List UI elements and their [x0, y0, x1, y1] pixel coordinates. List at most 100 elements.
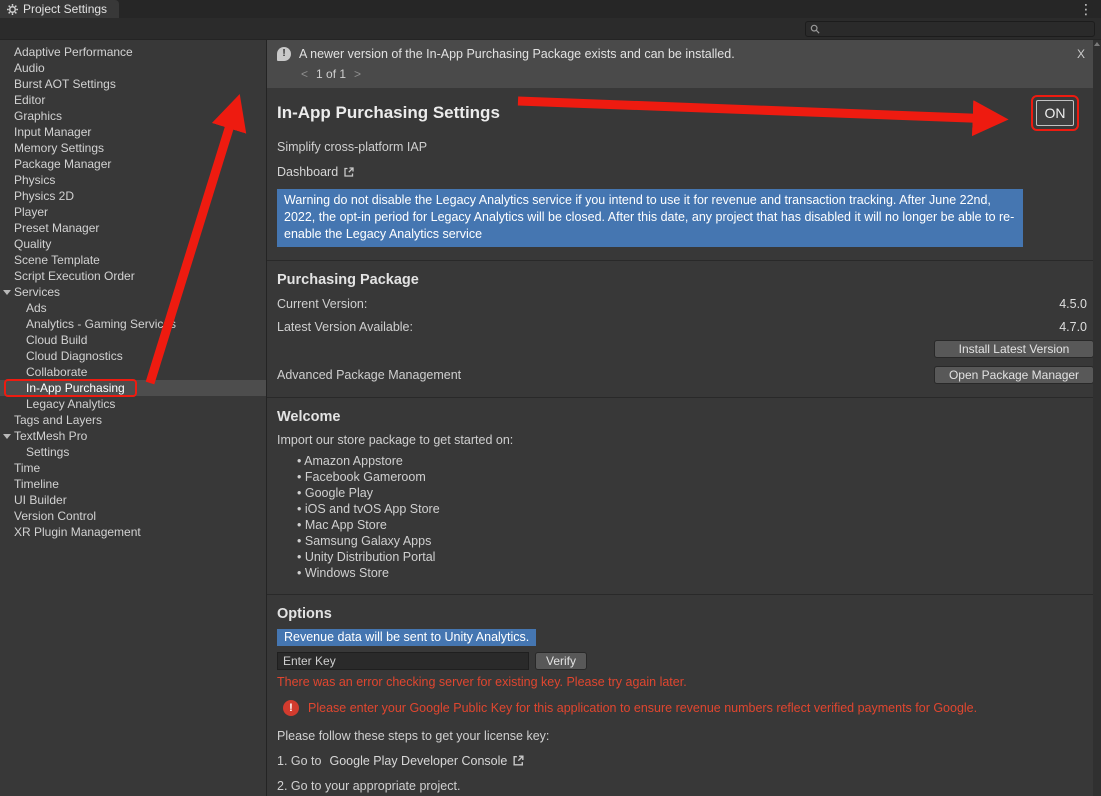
- current-version-label: Current Version:: [277, 297, 367, 311]
- window-tab-bar: Project Settings ⋮: [0, 0, 1101, 18]
- sidebar-item-physics[interactable]: Physics: [0, 172, 266, 188]
- step1-prefix: 1. Go to: [277, 754, 321, 768]
- sidebar-item-memory-settings[interactable]: Memory Settings: [0, 140, 266, 156]
- sidebar-item-services[interactable]: Services: [0, 284, 266, 300]
- sidebar-item-tags-and-layers[interactable]: Tags and Layers: [0, 412, 266, 428]
- page-title: In-App Purchasing Settings: [277, 103, 500, 123]
- settings-sidebar: Adaptive Performance Audio Burst AOT Set…: [0, 40, 267, 796]
- store-list: Amazon Appstore Facebook Gameroom Google…: [297, 453, 1101, 581]
- sidebar-item-analytics-gaming-services[interactable]: Analytics - Gaming Services: [0, 316, 266, 332]
- simplify-iap-label: Simplify cross-platform IAP: [267, 140, 1101, 154]
- vertical-scrollbar[interactable]: [1093, 40, 1101, 796]
- license-step-2: 2. Go to your appropriate project.: [267, 779, 1101, 793]
- close-banner-icon[interactable]: X: [1077, 47, 1085, 61]
- dashboard-link-label: Dashboard: [277, 165, 338, 179]
- sidebar-item-timeline[interactable]: Timeline: [0, 476, 266, 492]
- sidebar-item-cloud-diagnostics[interactable]: Cloud Diagnostics: [0, 348, 266, 364]
- section-divider: [267, 397, 1101, 398]
- section-divider: [267, 260, 1101, 261]
- sidebar-item-audio[interactable]: Audio: [0, 60, 266, 76]
- options-heading: Options: [277, 606, 1101, 622]
- license-steps-intro: Please follow these steps to get your li…: [267, 729, 1101, 743]
- external-link-icon: [512, 754, 525, 767]
- sidebar-item-adaptive-performance[interactable]: Adaptive Performance: [0, 44, 266, 60]
- store-list-item: Unity Distribution Portal: [297, 549, 1101, 565]
- google-public-key-input[interactable]: [277, 652, 529, 670]
- sidebar-item-graphics[interactable]: Graphics: [0, 108, 266, 124]
- sidebar-item-time[interactable]: Time: [0, 460, 266, 476]
- tab-title: Project Settings: [23, 2, 107, 16]
- sidebar-item-preset-manager[interactable]: Preset Manager: [0, 220, 266, 236]
- store-list-item: Facebook Gameroom: [297, 469, 1101, 485]
- verify-key-button[interactable]: Verify: [535, 652, 587, 670]
- store-list-item: Mac App Store: [297, 517, 1101, 533]
- sidebar-item-burst-aot-settings[interactable]: Burst AOT Settings: [0, 76, 266, 92]
- welcome-heading: Welcome: [277, 409, 1101, 425]
- sidebar-item-label: Services: [14, 285, 60, 299]
- sidebar-item-scene-template[interactable]: Scene Template: [0, 252, 266, 268]
- window-menu-icon[interactable]: ⋮: [1075, 1, 1097, 17]
- external-link-icon: [343, 166, 355, 178]
- tab-project-settings[interactable]: Project Settings: [0, 0, 119, 18]
- store-list-item: iOS and tvOS App Store: [297, 501, 1101, 517]
- search-icon: [810, 24, 820, 34]
- sidebar-item-textmesh-settings[interactable]: Settings: [0, 444, 266, 460]
- settings-gear-icon: [7, 4, 18, 15]
- banner-pagination: < 1 of 1 >: [277, 67, 1091, 81]
- sidebar-item-xr-plugin-management[interactable]: XR Plugin Management: [0, 524, 266, 540]
- latest-version-label: Latest Version Available:: [277, 320, 413, 334]
- sidebar-item-package-manager[interactable]: Package Manager: [0, 156, 266, 172]
- banner-message: A newer version of the In-App Purchasing…: [299, 47, 735, 61]
- sidebar-item-label: In-App Purchasing: [26, 381, 125, 395]
- open-package-manager-button[interactable]: Open Package Manager: [934, 366, 1094, 384]
- install-latest-version-button[interactable]: Install Latest Version: [934, 340, 1094, 358]
- revenue-analytics-note: Revenue data will be sent to Unity Analy…: [277, 629, 536, 646]
- settings-toolbar: [0, 18, 1101, 40]
- banner-next-icon[interactable]: >: [354, 67, 361, 81]
- sidebar-item-in-app-purchasing[interactable]: In-App Purchasing: [0, 380, 266, 396]
- foldout-open-icon[interactable]: [3, 290, 11, 295]
- store-list-item: Amazon Appstore: [297, 453, 1101, 469]
- store-list-item: Samsung Galaxy Apps: [297, 533, 1101, 549]
- store-list-item: Windows Store: [297, 565, 1101, 581]
- project-settings-window: Project Settings ⋮ Adaptive Performance …: [0, 0, 1101, 796]
- sidebar-item-editor[interactable]: Editor: [0, 92, 266, 108]
- legacy-analytics-warning: Warning do not disable the Legacy Analyt…: [277, 189, 1023, 247]
- update-notification-banner: ! A newer version of the In-App Purchasi…: [267, 40, 1101, 88]
- sidebar-item-textmesh-pro[interactable]: TextMesh Pro: [0, 428, 266, 444]
- purchasing-package-heading: Purchasing Package: [277, 272, 1101, 288]
- server-error-message: There was an error checking server for e…: [277, 675, 1101, 689]
- latest-version-value: 4.7.0: [1059, 320, 1087, 334]
- search-input[interactable]: [823, 23, 1090, 35]
- sidebar-item-version-control[interactable]: Version Control: [0, 508, 266, 524]
- sidebar-item-input-manager[interactable]: Input Manager: [0, 124, 266, 140]
- sidebar-item-script-execution-order[interactable]: Script Execution Order: [0, 268, 266, 284]
- banner-page-label: 1 of 1: [316, 67, 346, 81]
- settings-content: ! A newer version of the In-App Purchasi…: [267, 40, 1101, 796]
- sidebar-item-quality[interactable]: Quality: [0, 236, 266, 252]
- section-divider: [267, 594, 1101, 595]
- sidebar-item-cloud-build[interactable]: Cloud Build: [0, 332, 266, 348]
- dashboard-link[interactable]: Dashboard: [267, 165, 1101, 179]
- error-icon: !: [283, 700, 299, 716]
- advanced-package-management-label: Advanced Package Management: [277, 368, 461, 382]
- iap-enabled-toggle[interactable]: ON: [1036, 100, 1074, 126]
- main-area: Adaptive Performance Audio Burst AOT Set…: [0, 40, 1101, 796]
- foldout-open-icon[interactable]: [3, 434, 11, 439]
- sidebar-item-label: TextMesh Pro: [14, 429, 87, 443]
- scroll-up-icon[interactable]: [1094, 42, 1100, 46]
- sidebar-item-ui-builder[interactable]: UI Builder: [0, 492, 266, 508]
- sidebar-item-ads[interactable]: Ads: [0, 300, 266, 316]
- sidebar-item-player[interactable]: Player: [0, 204, 266, 220]
- banner-prev-icon[interactable]: <: [301, 67, 308, 81]
- notification-bubble-icon: !: [277, 47, 291, 61]
- search-box[interactable]: [805, 21, 1095, 37]
- sidebar-item-collaborate[interactable]: Collaborate: [0, 364, 266, 380]
- sidebar-item-physics-2d[interactable]: Physics 2D: [0, 188, 266, 204]
- current-version-value: 4.5.0: [1059, 297, 1087, 311]
- annotation-box-on-toggle: ON: [1031, 95, 1079, 131]
- license-step-1: 1. Go to Google Play Developer Console: [267, 754, 1101, 768]
- welcome-intro: Import our store package to get started …: [267, 433, 1101, 447]
- google-play-console-link[interactable]: Google Play Developer Console: [329, 754, 507, 768]
- sidebar-item-legacy-analytics[interactable]: Legacy Analytics: [0, 396, 266, 412]
